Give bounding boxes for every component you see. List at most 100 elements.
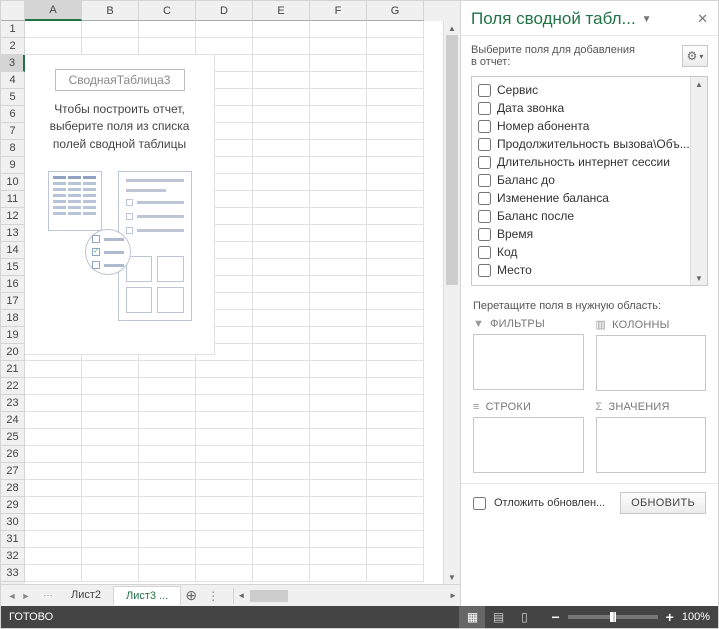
add-sheet-button[interactable]: ⊕ xyxy=(181,587,201,604)
update-button[interactable]: ОБНОВИТЬ xyxy=(620,492,706,514)
row-header[interactable]: 4 xyxy=(1,72,25,89)
zoom-slider-handle[interactable] xyxy=(610,612,616,622)
select-all-corner[interactable] xyxy=(1,1,25,21)
scroll-down-arrow[interactable]: ▼ xyxy=(444,570,460,584)
row-header[interactable]: 22 xyxy=(1,378,25,395)
row-header[interactable]: 26 xyxy=(1,446,25,463)
scroll-up-arrow[interactable]: ▲ xyxy=(444,21,460,35)
row-header[interactable]: 29 xyxy=(1,497,25,514)
field-item[interactable]: Длительность интернет сессии xyxy=(476,153,703,171)
field-checkbox[interactable] xyxy=(478,84,491,97)
row-header[interactable]: 24 xyxy=(1,412,25,429)
row-header[interactable]: 5 xyxy=(1,89,25,106)
tab-ellipsis[interactable]: ⋯ xyxy=(41,588,55,604)
dz-values-body[interactable] xyxy=(596,417,707,473)
dz-columns-body[interactable] xyxy=(596,335,707,391)
row-header[interactable]: 25 xyxy=(1,429,25,446)
tab-nav-prev[interactable]: ◄ xyxy=(5,588,19,604)
row-header[interactable]: 2 xyxy=(1,38,25,55)
row-header[interactable]: 13 xyxy=(1,225,25,242)
field-checkbox[interactable] xyxy=(478,120,491,133)
column-header[interactable]: F xyxy=(310,1,367,21)
field-checkbox[interactable] xyxy=(478,102,491,115)
row-header[interactable]: 16 xyxy=(1,276,25,293)
vscroll-thumb[interactable] xyxy=(446,35,458,285)
field-item[interactable]: Время xyxy=(476,225,703,243)
dropzone-rows[interactable]: ≡СТРОКИ xyxy=(473,401,584,473)
field-checkbox[interactable] xyxy=(478,246,491,259)
field-item[interactable]: Код xyxy=(476,243,703,261)
dz-filters-body[interactable] xyxy=(473,334,584,390)
row-header[interactable]: 7 xyxy=(1,123,25,140)
row-header[interactable]: 9 xyxy=(1,157,25,174)
field-item[interactable]: Дата звонка xyxy=(476,99,703,117)
column-header[interactable]: A xyxy=(25,1,82,21)
zoom-slider[interactable] xyxy=(568,615,658,619)
row-header[interactable]: 23 xyxy=(1,395,25,412)
grid[interactable]: 1234567891011121314151617181920212223242… xyxy=(1,1,460,584)
panel-layout-button[interactable]: ⚙▾ xyxy=(682,45,708,67)
defer-update-checkbox[interactable] xyxy=(473,497,486,510)
row-header[interactable]: 12 xyxy=(1,208,25,225)
zoom-out-button[interactable]: − xyxy=(551,609,559,625)
view-page-break-icon[interactable]: ▯ xyxy=(511,606,537,628)
row-header[interactable]: 14 xyxy=(1,242,25,259)
row-header[interactable]: 11 xyxy=(1,191,25,208)
field-list[interactable]: СервисДата звонкаНомер абонентаПродолжит… xyxy=(471,76,708,286)
field-checkbox[interactable] xyxy=(478,228,491,241)
column-header[interactable]: G xyxy=(367,1,424,21)
field-item[interactable]: Номер абонента xyxy=(476,117,703,135)
field-item[interactable]: Баланс после xyxy=(476,207,703,225)
field-item[interactable]: Изменение баланса xyxy=(476,189,703,207)
dropzone-columns[interactable]: ▥КОЛОННЫ xyxy=(596,318,707,391)
field-checkbox[interactable] xyxy=(478,210,491,223)
panel-title-dropdown-icon[interactable]: ▼ xyxy=(642,14,652,25)
field-checkbox[interactable] xyxy=(478,192,491,205)
horizontal-scrollbar[interactable]: ◄ ► xyxy=(233,588,460,604)
vertical-scrollbar[interactable]: ▲ ▼ xyxy=(443,21,460,584)
view-normal-icon[interactable]: ▦ xyxy=(459,606,485,628)
field-list-scrollbar[interactable]: ▲ ▼ xyxy=(690,77,707,285)
row-header[interactable]: 27 xyxy=(1,463,25,480)
row-header[interactable]: 28 xyxy=(1,480,25,497)
column-header[interactable]: E xyxy=(253,1,310,21)
row-header[interactable]: 17 xyxy=(1,293,25,310)
sheet-tab[interactable]: Лист3 ... xyxy=(114,586,181,605)
dropzone-values[interactable]: ΣЗНАЧЕНИЯ xyxy=(596,401,707,473)
row-header[interactable]: 30 xyxy=(1,514,25,531)
row-header[interactable]: 1 xyxy=(1,21,25,38)
row-header[interactable]: 10 xyxy=(1,174,25,191)
row-header[interactable]: 18 xyxy=(1,310,25,327)
tab-menu-icon[interactable]: ⋮ xyxy=(201,589,225,603)
row-header[interactable]: 33 xyxy=(1,565,25,582)
field-item[interactable]: Место xyxy=(476,261,703,279)
row-header[interactable]: 6 xyxy=(1,106,25,123)
field-checkbox[interactable] xyxy=(478,156,491,169)
row-header[interactable]: 21 xyxy=(1,361,25,378)
panel-close-icon[interactable]: ✕ xyxy=(697,11,708,27)
hscroll-left[interactable]: ◄ xyxy=(234,591,248,600)
dz-rows-body[interactable] xyxy=(473,417,584,473)
hscroll-thumb[interactable] xyxy=(250,590,288,602)
row-header[interactable]: 20 xyxy=(1,344,25,361)
field-item[interactable]: Продолжительность вызова\Объ... xyxy=(476,135,703,153)
view-page-layout-icon[interactable]: ▤ xyxy=(485,606,511,628)
field-checkbox[interactable] xyxy=(478,264,491,277)
field-item[interactable]: Сервис xyxy=(476,81,703,99)
row-header[interactable]: 19 xyxy=(1,327,25,344)
zoom-in-button[interactable]: + xyxy=(666,609,674,625)
row-header[interactable]: 15 xyxy=(1,259,25,276)
row-header[interactable]: 31 xyxy=(1,531,25,548)
row-header[interactable]: 8 xyxy=(1,140,25,157)
fl-scroll-up[interactable]: ▲ xyxy=(691,77,707,91)
tab-nav-next[interactable]: ► xyxy=(19,588,33,604)
column-header[interactable]: B xyxy=(82,1,139,21)
field-checkbox[interactable] xyxy=(478,138,491,151)
row-header[interactable]: 3 xyxy=(1,55,25,72)
column-header[interactable]: D xyxy=(196,1,253,21)
fl-scroll-down[interactable]: ▼ xyxy=(691,271,707,285)
hscroll-right[interactable]: ► xyxy=(446,591,460,600)
zoom-level[interactable]: 100% xyxy=(682,611,710,623)
row-header[interactable]: 32 xyxy=(1,548,25,565)
dropzone-filters[interactable]: ▼ФИЛЬТРЫ xyxy=(473,318,584,391)
